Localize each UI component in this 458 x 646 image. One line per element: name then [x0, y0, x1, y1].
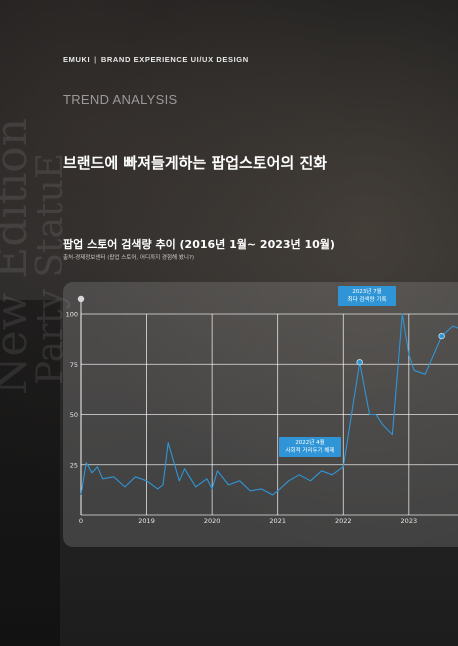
annotation-point-1 — [438, 333, 445, 340]
annotation-peak-search: 2023년 7월 최다 검색량 기록 — [338, 286, 396, 306]
annotation-1-line-2: 사회적 거리두기 해제 — [285, 448, 335, 454]
y-tick-label-0: 25 — [70, 461, 78, 469]
line-chart: 0 2019 2020 2021 2022 2023 25 50 75 100 — [66, 295, 458, 525]
y-tick-label-2: 75 — [70, 361, 78, 369]
axis-top-marker — [77, 295, 85, 303]
x-tick-label-2: 2020 — [204, 517, 221, 525]
annotation-distancing-lifted: 2022년 4월 사회적 거리두기 해제 — [279, 437, 341, 457]
annotation-2-line-1: 2023년 7월 — [352, 289, 382, 295]
x-tick-label-5: 2023 — [401, 517, 418, 525]
y-tick-label-1: 50 — [70, 411, 78, 419]
annotation-2-line-2: 최다 검색량 기록 — [347, 297, 387, 303]
series-line — [80, 313, 458, 496]
x-tick-label-0: 0 — [79, 517, 83, 525]
x-tick-label-3: 2021 — [269, 517, 286, 525]
x-tick-label-1: 2019 — [138, 517, 155, 525]
x-tick-label-4: 2022 — [335, 517, 352, 525]
y-tick-label-3: 100 — [66, 311, 78, 319]
annotation-point-0 — [356, 359, 363, 366]
annotation-1-line-1: 2022년 4월 — [295, 440, 325, 446]
